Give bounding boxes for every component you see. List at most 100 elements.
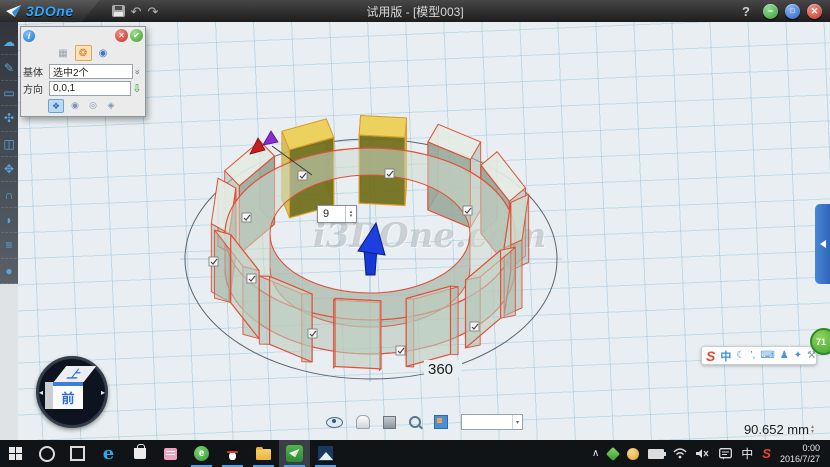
direction-label: 方向 (23, 81, 49, 96)
input-language-icon[interactable]: 中 (741, 445, 753, 462)
fullmoon-mode-icon[interactable]: ☾ (736, 350, 745, 361)
solid-view-icon[interactable] (383, 416, 396, 429)
dialog-confirm-button[interactable]: ✔ (130, 29, 143, 42)
sketch-plane-icon[interactable]: ▭ (1, 81, 17, 106)
taskbar-clock[interactable]: 0:00 2016/7/27 (780, 443, 824, 465)
score-value: 71 (816, 337, 826, 347)
dialog-cancel-button[interactable]: ✕ (115, 29, 128, 42)
angle-label: 360 (428, 361, 453, 378)
display-mode-icon[interactable] (356, 415, 370, 429)
notes-button[interactable] (155, 440, 186, 467)
task-view-button[interactable] (62, 440, 93, 467)
pick-direction-icon[interactable]: ⇩ (131, 82, 143, 95)
start-button[interactable] (0, 440, 31, 467)
measurement-value: 90.652 mm (744, 422, 809, 437)
photos-button[interactable] (310, 440, 341, 467)
point-pattern-icon[interactable]: ◉ (95, 45, 112, 61)
battery-icon[interactable] (648, 449, 664, 459)
measure-stepper-icon[interactable]: ▴▾ (811, 425, 814, 435)
list-tool-icon[interactable]: ≡ (1, 233, 17, 258)
floating-score-badge[interactable]: 71 (810, 328, 830, 355)
render-tool-icon[interactable]: ● (1, 259, 17, 284)
clock-date: 2016/7/27 (780, 454, 820, 465)
pattern-count-input[interactable]: 9 ▴ ▾ (317, 205, 357, 223)
sogou-logo-icon[interactable]: S (706, 349, 715, 363)
deform-tool-icon[interactable]: ∩ (1, 182, 17, 207)
view-cube[interactable]: 上 前 ◂ ▸ (36, 356, 108, 428)
pattern-dialog: i ✕ ✔ ▦ ❂ ◉ 基体 选中2个 » 方向 0,0,1 ⇩ ❖ (20, 26, 146, 117)
skin-icon[interactable]: ✦ (794, 350, 802, 361)
soft-keyboard-icon[interactable]: ⌨ (760, 350, 774, 361)
circular-pattern-icon[interactable]: ❂ (75, 45, 92, 61)
antivirus-tray-icon[interactable] (606, 446, 620, 460)
action-center-icon[interactable] (719, 448, 732, 460)
qq-button[interactable] (217, 440, 248, 467)
app-logo: 3DOne (0, 0, 100, 22)
edge-icon: e (103, 443, 114, 464)
app-window: 3DOne ↶ ↷ 试用版 - [模型003] ? − □ ✕ ☁ ✎ ▭ ✣ … (0, 0, 830, 467)
spinner-down-icon[interactable]: ▾ (350, 214, 353, 218)
view-preset-combobox[interactable]: ▾ (461, 414, 523, 430)
move-tool-icon[interactable]: ✥ (1, 157, 17, 182)
cortana-button[interactable] (31, 440, 62, 467)
help-button[interactable]: ? (742, 4, 750, 19)
cortana-icon (39, 446, 55, 462)
expand-chevron-icon[interactable]: » (133, 67, 143, 77)
combobox-arrow-icon[interactable]: ▾ (512, 415, 522, 429)
punctuation-icon[interactable]: ’, (750, 350, 755, 361)
store-button[interactable] (124, 440, 155, 467)
edge-button[interactable]: e (93, 440, 124, 467)
redo-button[interactable]: ↷ (148, 5, 159, 18)
photos-icon (318, 446, 333, 461)
view-cube-front-label: 前 (61, 388, 74, 407)
view-cube-top-label: 上 (63, 366, 87, 382)
material-tool-icon[interactable]: ◗ (1, 208, 17, 233)
tray-expand-icon[interactable]: ∧ (592, 448, 599, 459)
paper-plane-icon (6, 5, 22, 18)
direction-value[interactable]: 0,0,1 (49, 81, 131, 96)
account-icon[interactable]: ♟ (780, 350, 789, 361)
base-body-label: 基体 (23, 64, 49, 79)
3d-viewport[interactable]: i3DOne.com i3DOne.com (18, 22, 830, 440)
sogou-tray-icon[interactable]: S (762, 446, 771, 461)
3done-app-icon (286, 445, 303, 462)
system-tray: ∧ 中 S 0:00 2016/7/27 (592, 443, 830, 465)
pattern-option-2-icon[interactable]: ◉ (68, 99, 82, 111)
title-bar: 3DOne ↶ ↷ 试用版 - [模型003] ? − □ ✕ (0, 0, 830, 22)
solid-primitive-icon[interactable]: ◫ (1, 132, 17, 157)
pattern-count-value[interactable]: 9 (318, 208, 345, 220)
minimize-button[interactable]: − (763, 4, 778, 19)
left-toolbar: ☁ ✎ ▭ ✣ ◫ ✥ ∩ ◗ ≡ ● (0, 22, 18, 440)
edit-feature-icon[interactable]: ✣ (1, 106, 17, 131)
view-toolbar: ▾ (326, 411, 523, 433)
collapsed-panel-tab[interactable] (815, 204, 830, 284)
view-cube-front-face[interactable]: 前 (53, 382, 83, 409)
pattern-option-3-icon[interactable]: ◎ (86, 99, 100, 111)
view-cube-left-face[interactable] (45, 382, 53, 409)
volume-muted-icon[interactable] (696, 448, 710, 459)
chinese-mode-icon[interactable]: 中 (720, 348, 731, 364)
undo-button[interactable]: ↶ (131, 5, 142, 18)
import-model-icon[interactable]: ☁ (1, 30, 17, 55)
browser-360-icon: e (194, 446, 209, 461)
save-button[interactable] (112, 5, 125, 17)
sketch-icon[interactable]: ✎ (1, 55, 17, 80)
grid-settings-icon[interactable] (434, 415, 448, 429)
3done-taskbar-button[interactable] (279, 440, 310, 467)
messenger-tray-icon[interactable] (627, 448, 639, 460)
rotate-left-arrow-icon[interactable]: ◂ (39, 388, 43, 397)
pattern-option-4-icon[interactable]: ◈ (104, 99, 118, 111)
browser-360-button[interactable]: e (186, 440, 217, 467)
visibility-icon[interactable] (326, 417, 343, 428)
restore-button[interactable]: □ (785, 4, 800, 19)
zoom-icon[interactable] (409, 416, 421, 428)
task-view-icon (70, 446, 85, 461)
rotate-right-arrow-icon[interactable]: ▸ (101, 388, 105, 397)
pattern-option-1-icon[interactable]: ❖ (48, 99, 64, 113)
file-explorer-button[interactable] (248, 440, 279, 467)
store-icon (134, 448, 146, 459)
linear-pattern-icon[interactable]: ▦ (55, 45, 72, 61)
close-button[interactable]: ✕ (807, 4, 822, 19)
wifi-icon[interactable] (673, 448, 687, 459)
base-body-value[interactable]: 选中2个 (49, 64, 133, 79)
